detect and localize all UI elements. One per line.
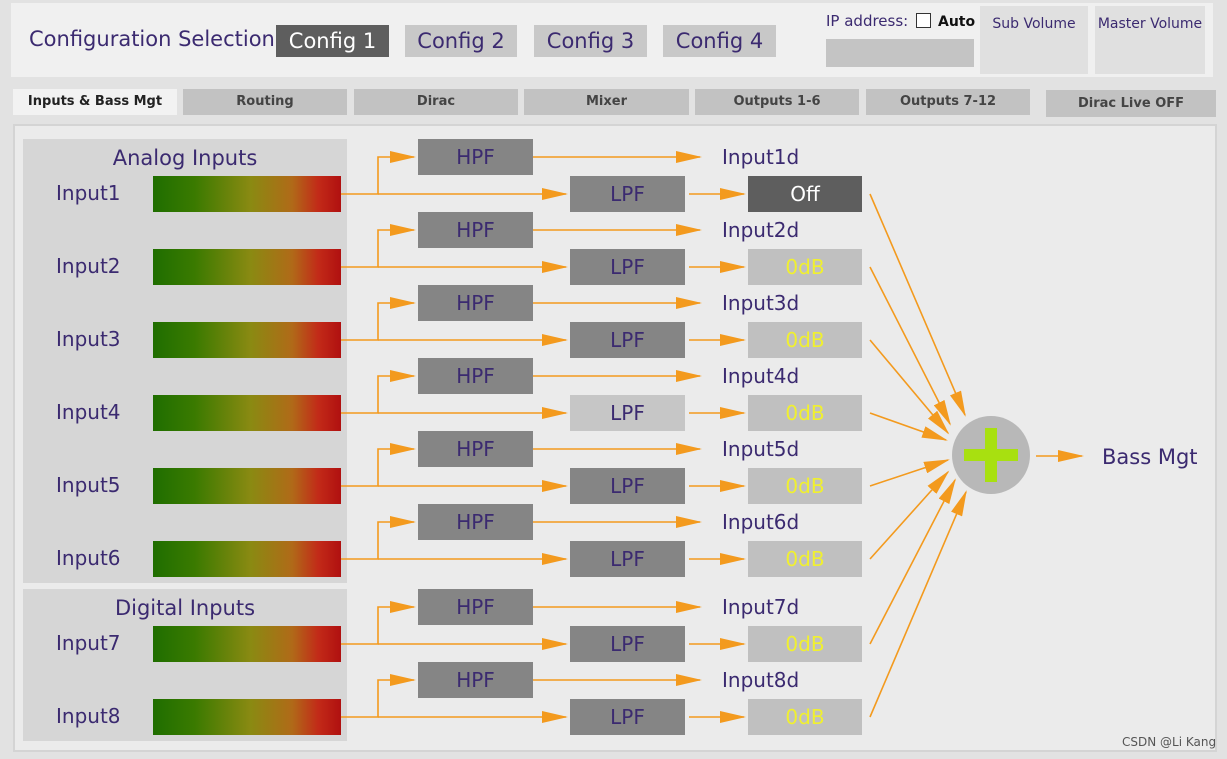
input-5-label: Input5 <box>56 473 121 497</box>
input-8-hpf-button[interactable]: HPF <box>418 662 533 698</box>
input-7-label: Input7 <box>56 631 121 655</box>
input-7-hpf-button[interactable]: HPF <box>418 589 533 625</box>
input-6-hpf-button[interactable]: HPF <box>418 504 533 540</box>
input-6-label: Input6 <box>56 546 121 570</box>
input-7-gain-button[interactable]: 0dB <box>748 626 862 662</box>
input-2-output-label: Input2d <box>722 218 800 242</box>
input-8-level-meter <box>153 699 341 735</box>
input-2-level-meter <box>153 249 341 285</box>
input-8-output-label: Input8d <box>722 668 800 692</box>
input-4-hpf-button[interactable]: HPF <box>418 358 533 394</box>
input-8-hpf-wire <box>341 674 416 718</box>
input-5-lpf-button[interactable]: LPF <box>570 468 685 504</box>
input-8-label: Input8 <box>56 704 121 728</box>
input-5-gain-button[interactable]: 0dB <box>748 468 862 504</box>
input-5-level-meter <box>153 468 341 504</box>
input-1-label: Input1 <box>56 181 121 205</box>
input-1-hpf-wire <box>341 151 416 195</box>
input-4-label: Input4 <box>56 400 121 424</box>
input-1-hpf-button[interactable]: HPF <box>418 139 533 175</box>
input-1-lpf-button[interactable]: LPF <box>570 176 685 212</box>
input-5-output-label: Input5d <box>722 437 800 461</box>
input-5-hpf-button[interactable]: HPF <box>418 431 533 467</box>
input-3-gain-button[interactable]: 0dB <box>748 322 862 358</box>
input-6-lpf-button[interactable]: LPF <box>570 541 685 577</box>
input-7-hpf-wire <box>341 601 416 645</box>
input-5-hpf-wire <box>341 443 416 487</box>
input-4-output-label: Input4d <box>722 364 800 388</box>
input-3-hpf-wire <box>341 297 416 341</box>
input-3-sum-wire <box>869 339 950 435</box>
input-2-sum-wire <box>869 266 951 426</box>
input-6-output-label: Input6d <box>722 510 800 534</box>
input-3-label: Input3 <box>56 327 121 351</box>
input-7-output-label: Input7d <box>722 595 800 619</box>
input-8-sum-wire <box>869 490 967 718</box>
input-1-sum-wire <box>869 193 966 417</box>
summing-node <box>952 416 1030 494</box>
bass-mgt-label: Bass Mgt <box>1102 445 1198 469</box>
input-7-lpf-button[interactable]: LPF <box>570 626 685 662</box>
input-2-hpf-button[interactable]: HPF <box>418 212 533 248</box>
input-3-level-meter <box>153 322 341 358</box>
watermark: CSDN @Li Kang <box>1122 735 1217 749</box>
input-7-level-meter <box>153 626 341 662</box>
input-2-label: Input2 <box>56 254 121 278</box>
input-5-sum-wire <box>869 459 950 487</box>
input-1-gain-button[interactable]: Off <box>748 176 862 212</box>
input-4-hpf-wire <box>341 370 416 414</box>
input-2-hpf-wire <box>341 224 416 268</box>
plus-icon <box>964 428 1018 482</box>
input-1-output-label: Input1d <box>722 145 800 169</box>
input-4-lpf-button[interactable]: LPF <box>570 395 685 431</box>
input-2-lpf-button[interactable]: LPF <box>570 249 685 285</box>
input-6-level-meter <box>153 541 341 577</box>
input-3-lpf-button[interactable]: LPF <box>570 322 685 358</box>
input-4-level-meter <box>153 395 341 431</box>
input-3-output-label: Input3d <box>722 291 800 315</box>
input-4-gain-button[interactable]: 0dB <box>748 395 862 431</box>
input-6-gain-button[interactable]: 0dB <box>748 541 862 577</box>
input-1-level-meter <box>153 176 341 212</box>
input-8-gain-button[interactable]: 0dB <box>748 699 862 735</box>
input-2-gain-button[interactable]: 0dB <box>748 249 862 285</box>
input-8-lpf-button[interactable]: LPF <box>570 699 685 735</box>
input-3-hpf-button[interactable]: HPF <box>418 285 533 321</box>
input-6-hpf-wire <box>341 516 416 560</box>
